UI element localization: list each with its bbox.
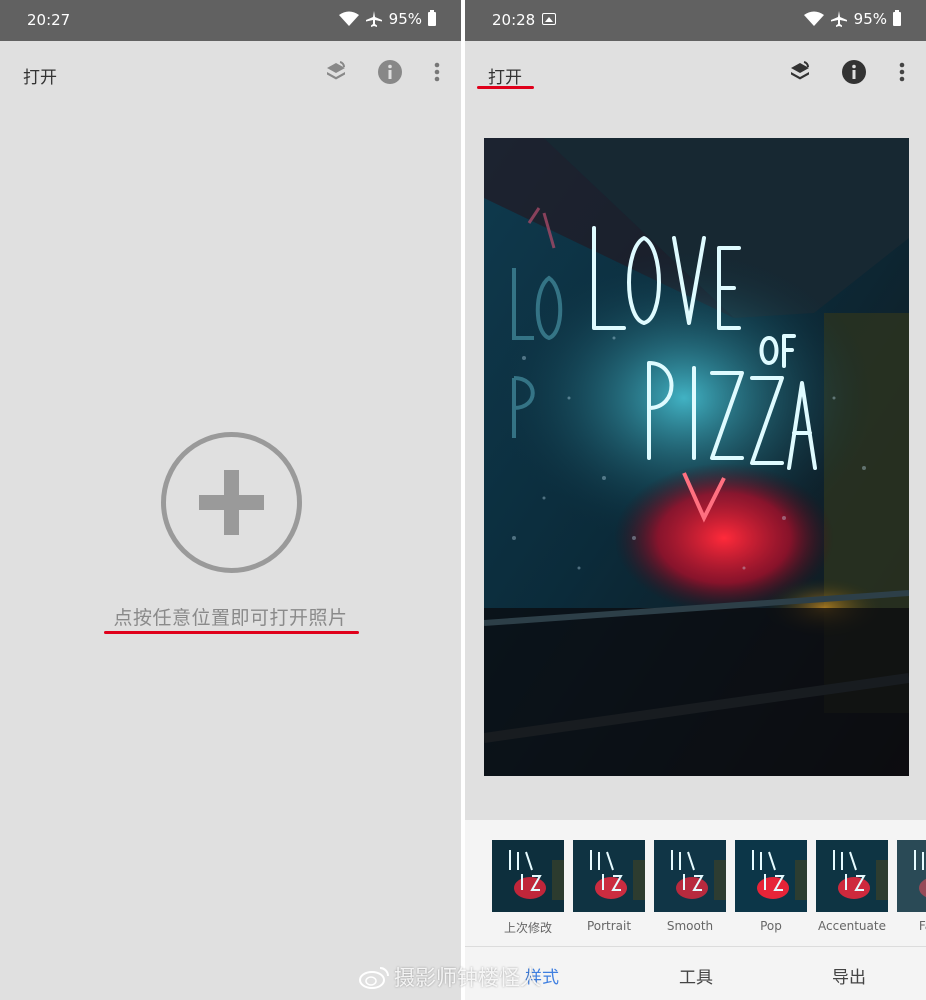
look-thumbnail[interactable]: Accentuate xyxy=(816,840,888,936)
watermark-text: 摄影师钟楼怪人 xyxy=(394,966,541,990)
annotation-underline xyxy=(477,86,534,89)
looks-thumbnails: 上次修改 Portrait Smooth Pop Accentuate Fade xyxy=(492,840,926,936)
wifi-icon xyxy=(338,11,359,26)
gallery-notification-icon xyxy=(542,13,556,25)
look-thumbnail[interactable]: 上次修改 xyxy=(492,840,564,936)
status-bar: 20:27 95% xyxy=(0,0,461,41)
info-icon[interactable] xyxy=(377,59,403,85)
look-preview xyxy=(492,840,564,912)
more-options-icon[interactable] xyxy=(889,59,915,85)
status-time: 20:28 xyxy=(492,11,536,29)
looks-layers-icon[interactable] xyxy=(323,59,349,85)
right-screen: 20:28 95% 打开 上次修改 Portrait Smooth Pop Ac… xyxy=(465,0,926,1000)
battery-percentage: 95% xyxy=(853,10,887,28)
annotation-underline xyxy=(104,631,359,634)
app-toolbar: 打开 xyxy=(0,41,461,105)
look-preview xyxy=(654,840,726,912)
look-preview xyxy=(735,840,807,912)
tab-tools[interactable]: 工具 xyxy=(679,963,713,988)
app-toolbar: 打开 xyxy=(465,41,926,105)
look-preview xyxy=(573,840,645,912)
look-thumbnail[interactable]: Pop xyxy=(735,840,807,936)
look-label: Fade xyxy=(918,919,926,933)
status-bar: 20:28 95% xyxy=(465,0,926,41)
weibo-logo-icon xyxy=(359,967,389,989)
left-screen: 20:27 95% 打开 点按任意位置即可打开照片 xyxy=(0,0,461,1000)
wifi-icon xyxy=(803,11,824,26)
look-label: Smooth xyxy=(666,919,714,933)
battery-icon xyxy=(428,10,436,26)
look-preview xyxy=(897,840,926,912)
look-label: Portrait xyxy=(586,919,632,933)
info-icon[interactable] xyxy=(841,59,867,85)
battery-icon xyxy=(893,10,901,26)
status-time: 20:27 xyxy=(27,11,71,29)
look-label: 上次修改 xyxy=(503,921,552,935)
airplane-mode-icon xyxy=(365,11,382,27)
tab-export[interactable]: 导出 xyxy=(832,963,866,988)
open-photo-hint: 点按任意位置即可打开照片 xyxy=(113,607,348,629)
look-label: Accentuate xyxy=(818,919,886,933)
more-options-icon[interactable] xyxy=(424,59,450,85)
look-thumbnail[interactable]: Fade xyxy=(897,840,926,936)
airplane-mode-icon xyxy=(830,11,847,27)
weibo-watermark: 摄影师钟楼怪人 xyxy=(358,962,541,992)
look-thumbnail[interactable]: Smooth xyxy=(654,840,726,936)
look-preview xyxy=(816,840,888,912)
open-button[interactable]: 打开 xyxy=(23,63,57,88)
open-button[interactable]: 打开 xyxy=(488,63,522,88)
look-thumbnail[interactable]: Portrait xyxy=(573,840,645,936)
add-photo-icon[interactable] xyxy=(159,430,304,575)
looks-layers-icon[interactable] xyxy=(787,59,813,85)
edited-photo[interactable] xyxy=(484,138,909,776)
battery-percentage: 95% xyxy=(388,10,422,28)
look-label: Pop xyxy=(760,919,782,933)
